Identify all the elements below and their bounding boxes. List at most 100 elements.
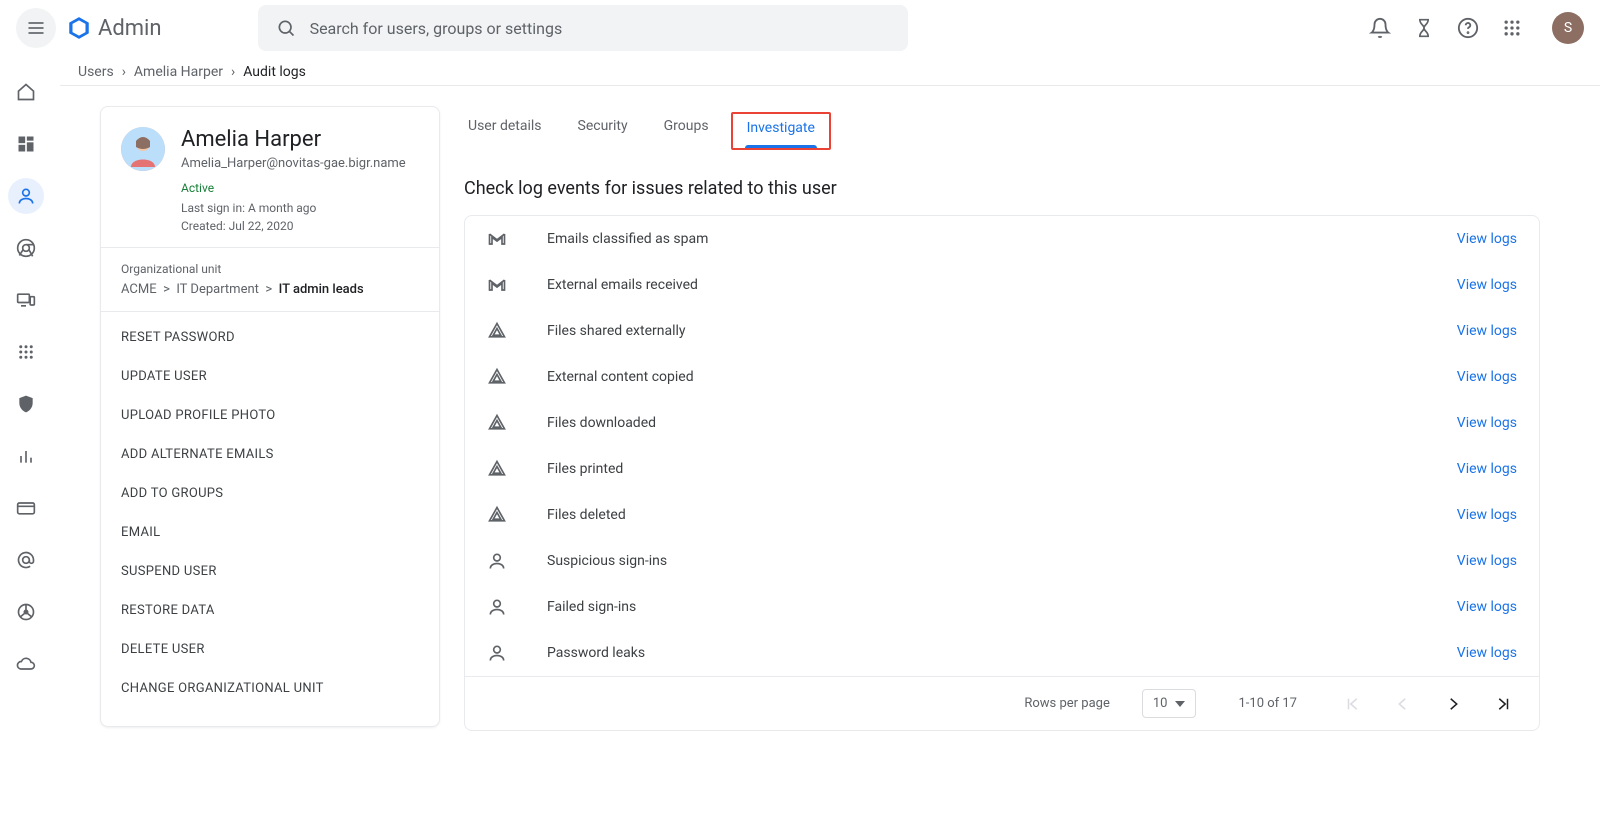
cloud-icon (16, 654, 36, 674)
dropdown-icon (1175, 701, 1185, 707)
log-label: Files shared externally (547, 323, 1457, 339)
logo[interactable]: Admin (66, 15, 162, 41)
breadcrumb-link[interactable]: Amelia Harper (134, 64, 223, 80)
action-add-to-groups[interactable]: ADD TO GROUPS (101, 474, 439, 513)
pager-last[interactable] (1489, 690, 1517, 718)
sidebar-account[interactable] (8, 542, 44, 578)
highlight-box: Investigate (731, 112, 831, 150)
drive-icon (487, 459, 547, 479)
action-restore-data[interactable]: RESTORE DATA (101, 591, 439, 630)
view-logs-link[interactable]: View logs (1457, 277, 1517, 293)
org-unit-label: Organizational unit (121, 262, 419, 276)
action-reset-password[interactable]: RESET PASSWORD (101, 318, 439, 357)
log-label: Emails classified as spam (547, 231, 1457, 247)
pager-first[interactable] (1339, 690, 1367, 718)
header-icons: S (1368, 12, 1584, 44)
log-row: External emails receivedView logs (465, 262, 1539, 308)
user-icon (487, 597, 547, 617)
chevron-right-icon: › (231, 64, 235, 80)
user-icon (487, 551, 547, 571)
pager-prev[interactable] (1389, 690, 1417, 718)
apps-icon[interactable] (1500, 16, 1524, 40)
sidebar (0, 56, 52, 682)
view-logs-link[interactable]: View logs (1457, 415, 1517, 431)
log-row: Failed sign-insView logs (465, 584, 1539, 630)
gmail-icon (487, 275, 547, 295)
log-row: External content copiedView logs (465, 354, 1539, 400)
action-delete-user[interactable]: DELETE USER (101, 630, 439, 669)
view-logs-link[interactable]: View logs (1457, 599, 1517, 615)
menu-button[interactable] (16, 8, 56, 48)
sidebar-home[interactable] (8, 74, 44, 110)
log-row: Password leaksView logs (465, 630, 1539, 676)
chevron-right-icon: › (122, 64, 126, 80)
log-row: Files shared externallyView logs (465, 308, 1539, 354)
view-logs-link[interactable]: View logs (1457, 553, 1517, 569)
view-logs-link[interactable]: View logs (1457, 231, 1517, 247)
section-title: Check log events for issues related to t… (464, 178, 1540, 199)
gmail-icon (487, 229, 547, 249)
action-suspend-user[interactable]: SUSPEND USER (101, 552, 439, 591)
tab-user-details[interactable]: User details (464, 112, 546, 150)
search-placeholder: Search for users, groups or settings (310, 19, 563, 38)
action-upload-profile-photo[interactable]: UPLOAD PROFILE PHOTO (101, 396, 439, 435)
log-row: Files deletedView logs (465, 492, 1539, 538)
rows-per-page-select[interactable]: 10 (1142, 689, 1197, 718)
tab-investigate[interactable]: Investigate (743, 114, 819, 148)
log-row: Files downloadedView logs (465, 400, 1539, 446)
log-row: Suspicious sign-insView logs (465, 538, 1539, 584)
action-email[interactable]: EMAIL (101, 513, 439, 552)
drive-icon (487, 321, 547, 341)
hourglass-icon[interactable] (1412, 16, 1436, 40)
app-name: Admin (98, 16, 162, 41)
log-label: Suspicious sign-ins (547, 553, 1457, 569)
sidebar-chrome[interactable] (8, 230, 44, 266)
view-logs-link[interactable]: View logs (1457, 507, 1517, 523)
sidebar-apps[interactable] (8, 334, 44, 370)
notifications-icon[interactable] (1368, 16, 1392, 40)
log-label: Files printed (547, 461, 1457, 477)
view-logs-link[interactable]: View logs (1457, 323, 1517, 339)
tab-groups[interactable]: Groups (660, 112, 713, 150)
account-avatar[interactable]: S (1552, 12, 1584, 44)
sidebar-storage[interactable] (8, 646, 44, 682)
search-input[interactable]: Search for users, groups or settings (258, 5, 908, 51)
log-label: Failed sign-ins (547, 599, 1457, 615)
chart-icon (16, 446, 36, 466)
log-row: Files printedView logs (465, 446, 1539, 492)
sidebar-billing[interactable] (8, 490, 44, 526)
header: Admin Search for users, groups or settin… (0, 0, 1600, 56)
org-link[interactable]: ACME (121, 282, 157, 297)
view-logs-link[interactable]: View logs (1457, 461, 1517, 477)
log-label: Files deleted (547, 507, 1457, 523)
view-logs-link[interactable]: View logs (1457, 369, 1517, 385)
action-change-organizational-unit[interactable]: CHANGE ORGANIZATIONAL UNIT (101, 669, 439, 708)
log-table: Emails classified as spamView logsExtern… (464, 215, 1540, 731)
sidebar-security[interactable] (8, 386, 44, 422)
tab-security[interactable]: Security (574, 112, 632, 150)
breadcrumb-current: Audit logs (243, 64, 306, 80)
main-panel: User details Security Groups Investigate… (464, 106, 1540, 731)
sidebar-devices[interactable] (8, 282, 44, 318)
org-current: IT admin leads (279, 282, 364, 297)
help-icon[interactable] (1456, 16, 1480, 40)
user-last-signin: Last sign in: A month ago (181, 199, 406, 217)
org-unit-path: ACME > IT Department > IT admin leads (121, 282, 419, 297)
action-add-alternate-emails[interactable]: ADD ALTERNATE EMAILS (101, 435, 439, 474)
org-link[interactable]: IT Department (176, 282, 259, 297)
breadcrumb-link[interactable]: Users (78, 64, 114, 80)
card-icon (16, 498, 36, 518)
sidebar-reports[interactable] (8, 438, 44, 474)
drive-icon (487, 367, 547, 387)
dashboard-icon (16, 134, 36, 154)
content: Amelia Harper Amelia_Harper@novitas-gae.… (100, 106, 1540, 818)
action-update-user[interactable]: UPDATE USER (101, 357, 439, 396)
sidebar-rules[interactable] (8, 594, 44, 630)
sidebar-directory[interactable] (8, 178, 44, 214)
pager-next[interactable] (1439, 690, 1467, 718)
drive-icon (487, 413, 547, 433)
log-label: External content copied (547, 369, 1457, 385)
sidebar-dashboard[interactable] (8, 126, 44, 162)
action-list: RESET PASSWORDUPDATE USERUPLOAD PROFILE … (101, 312, 439, 714)
view-logs-link[interactable]: View logs (1457, 645, 1517, 661)
